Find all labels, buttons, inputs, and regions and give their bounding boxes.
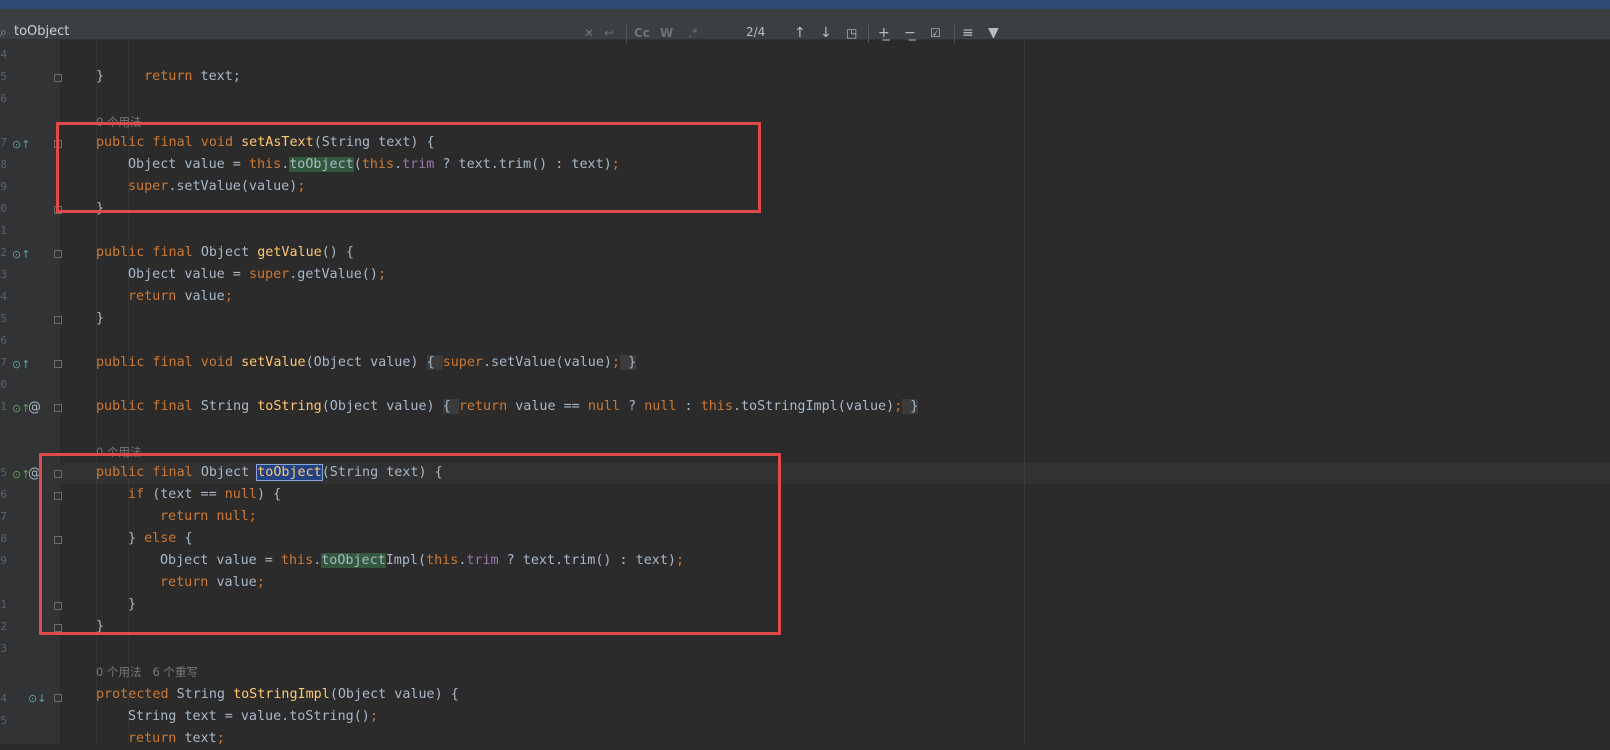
override-method-icon[interactable]: ⊙↑ — [12, 248, 30, 261]
divider — [868, 23, 869, 43]
select-all-occurrences-icon[interactable]: ☑ — [930, 24, 941, 42]
line-number: 4 — [0, 692, 7, 705]
regex-icon[interactable]: .* — [688, 24, 698, 42]
filter-icon[interactable]: ▼ — [988, 24, 999, 42]
line-number: 1 — [0, 598, 7, 611]
line-number: 7 — [0, 510, 7, 523]
line-number: 9 — [0, 180, 7, 193]
window-title-strip — [0, 0, 1610, 9]
line-number: 5 — [0, 312, 7, 325]
line-number: 4 — [0, 48, 7, 61]
line-number: 7 — [0, 356, 7, 369]
line-number: 1 — [0, 224, 7, 237]
fold-marker[interactable] — [54, 74, 62, 82]
line-number: 5 — [0, 70, 7, 83]
annotation-icon[interactable]: @ — [28, 400, 41, 415]
code-line[interactable]: return text; — [128, 44, 241, 84]
find-bar: ⌕ toObject ✕ ↩ Cc W .* 2/4 ↑ ↓ ◳ +̲ −̲ ☑… — [0, 9, 1610, 43]
code-line[interactable]: return value; — [128, 286, 233, 308]
fold-marker[interactable] — [54, 360, 62, 368]
code-line[interactable]: String text = value.toString(); — [128, 706, 378, 728]
code-line[interactable]: return text; — [128, 728, 225, 750]
next-occurrence-icon[interactable]: ↓ — [820, 24, 832, 42]
usages-hint[interactable]: 0 个用法 6 个重写 — [96, 664, 198, 680]
filter-search-icon[interactable]: ≡ — [962, 24, 974, 42]
overridden-method-icon[interactable]: ⊙↓ — [28, 692, 46, 705]
match-count: 2/4 — [746, 25, 766, 39]
line-number: 0 — [0, 202, 7, 215]
line-number: 4 — [0, 290, 7, 303]
line-number: 8 — [0, 158, 7, 171]
override-method-icon[interactable]: ⊙↑ — [12, 138, 30, 151]
code-line-to-string-impl[interactable]: protected String toStringImpl(Object val… — [96, 684, 459, 706]
fold-marker[interactable] — [54, 404, 62, 412]
line-number: 2 — [0, 246, 7, 259]
code-line-get-value[interactable]: public final Object getValue() { — [96, 242, 354, 264]
line-number: 3 — [0, 642, 7, 655]
line-number: 0 — [0, 378, 7, 391]
code-line[interactable]: Object value = super.getValue(); — [128, 264, 386, 286]
line-number: 7 — [0, 136, 7, 149]
code-line[interactable]: } — [96, 66, 104, 88]
line-number: 5 — [0, 714, 7, 727]
fold-marker[interactable] — [54, 694, 62, 702]
usages-count[interactable]: 0 个用法 — [96, 665, 141, 679]
code-line[interactable]: } — [96, 308, 104, 330]
whole-word-icon[interactable]: W — [660, 24, 673, 42]
fold-marker[interactable] — [54, 316, 62, 324]
overrides-count[interactable]: 6 个重写 — [152, 665, 197, 679]
line-number: 5 — [0, 466, 7, 479]
match-case-icon[interactable]: Cc — [634, 24, 650, 42]
add-selection-icon[interactable]: +̲ — [878, 24, 890, 42]
annotation-box — [39, 453, 781, 635]
line-number: 3 — [0, 268, 7, 281]
override-method-icon[interactable]: ⊙↑ — [12, 358, 30, 371]
remove-selection-icon[interactable]: −̲ — [904, 24, 916, 42]
right-margin-guide — [1024, 40, 1025, 744]
search-icon[interactable]: ⌕ — [0, 25, 7, 40]
code-line-set-value[interactable]: public final void setValue(Object value)… — [96, 352, 637, 374]
line-number: 2 — [0, 620, 7, 633]
divider — [626, 23, 627, 43]
line-number: 6 — [0, 92, 7, 105]
line-number: 1 — [0, 400, 7, 413]
line-number: 6 — [0, 334, 7, 347]
fold-marker[interactable] — [54, 250, 62, 258]
divider — [954, 23, 955, 43]
previous-occurrence-icon[interactable]: ↑ — [794, 24, 806, 42]
line-number: 9 — [0, 554, 7, 567]
annotation-box — [56, 122, 761, 213]
line-number: 8 — [0, 532, 7, 545]
code-line-to-string[interactable]: public final String toString(Object valu… — [96, 396, 919, 418]
code-keyword: return — [144, 69, 193, 84]
line-number: 6 — [0, 488, 7, 501]
replace-history-icon[interactable]: ↩ — [604, 24, 614, 42]
open-in-window-icon[interactable]: ◳ — [846, 24, 857, 42]
clear-icon[interactable]: ✕ — [584, 24, 594, 42]
